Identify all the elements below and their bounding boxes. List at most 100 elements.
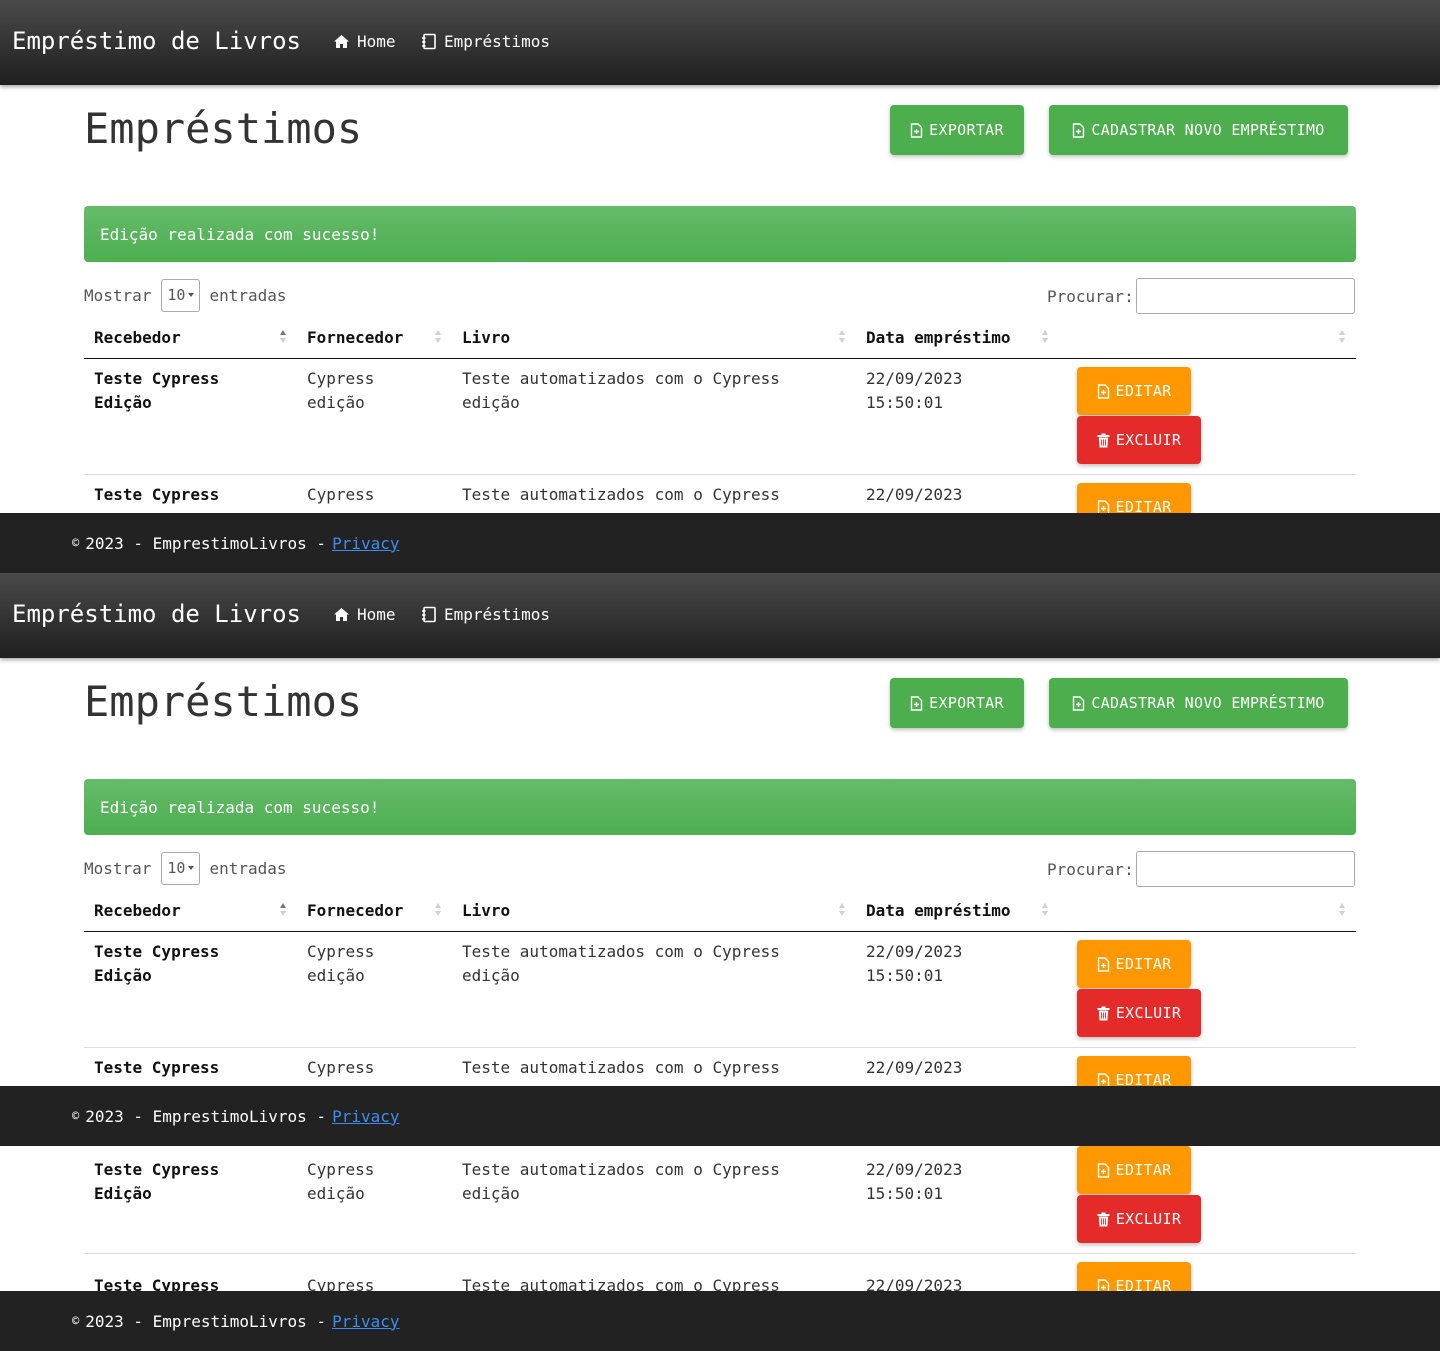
- cell-recebedor: Teste Cypress Edição: [94, 1160, 220, 1203]
- sort-icon[interactable]: [279, 329, 287, 345]
- navbar: Empréstimo de Livros Home Empréstimos: [0, 0, 1440, 85]
- privacy-link[interactable]: Privacy: [332, 1107, 399, 1126]
- column-header-recebedor[interactable]: Recebedor: [94, 901, 181, 920]
- screenshot-frame-2: Empréstimo de Livros Home Empréstimos Em…: [0, 573, 1440, 1146]
- navbar: Empréstimo de Livros Home Empréstimos: [0, 573, 1440, 658]
- edit-button[interactable]: EDITAR: [1077, 1146, 1191, 1194]
- nav-link-label: Home: [357, 605, 396, 624]
- file-plus-icon: [910, 695, 923, 711]
- export-button[interactable]: EXPORTAR: [890, 678, 1024, 728]
- footer-text: 2023 - EmprestimoLivros -: [85, 1106, 327, 1126]
- cell-data: 22/09/2023: [866, 1058, 963, 1077]
- trash-icon: [1097, 1006, 1110, 1020]
- page-length-value: 10: [167, 859, 186, 877]
- show-label: Mostrar: [84, 858, 152, 878]
- copyright-symbol: ©: [72, 1109, 80, 1123]
- edit-button[interactable]: EDITAR: [1077, 367, 1191, 415]
- home-icon: [334, 35, 349, 48]
- delete-button[interactable]: EXCLUIR: [1077, 1195, 1201, 1243]
- delete-button[interactable]: EXCLUIR: [1077, 989, 1201, 1037]
- sort-icon[interactable]: [1338, 329, 1346, 345]
- page-length-select[interactable]: 10: [161, 278, 201, 312]
- file-plus-icon: [1073, 695, 1085, 711]
- sort-icon[interactable]: [434, 329, 442, 345]
- nav-link-label: Home: [357, 32, 396, 51]
- screenshot-frame-1: Empréstimo de Livros Home Empréstimos Em…: [0, 0, 1440, 573]
- edit-label: EDITAR: [1115, 382, 1172, 400]
- cell-recebedor: Teste Cypress: [94, 1058, 220, 1077]
- brand[interactable]: Empréstimo de Livros: [12, 600, 301, 628]
- new-loan-label: CADASTRAR NOVO EMPRÉSTIMO: [1091, 121, 1325, 139]
- success-alert: Edição realizada com sucesso!: [84, 779, 1356, 835]
- search-control: Procurar:: [1047, 278, 1355, 314]
- column-header-data[interactable]: Data empréstimo: [866, 328, 1011, 347]
- nav-link-home[interactable]: Home: [333, 32, 396, 51]
- delete-label: EXCLUIR: [1115, 1004, 1182, 1022]
- home-icon: [334, 608, 349, 621]
- column-header-fornecedor[interactable]: Fornecedor: [307, 901, 403, 920]
- sort-icon[interactable]: [838, 902, 846, 918]
- page-length-select[interactable]: 10: [161, 851, 201, 885]
- row-divider: [84, 1047, 1356, 1048]
- search-label: Procurar:: [1047, 859, 1134, 879]
- trash-icon: [1097, 1212, 1110, 1226]
- cell-recebedor: Teste Cypress Edição: [94, 369, 220, 412]
- page-length-control: Mostrar 10 entradas: [84, 278, 287, 312]
- page-title: Empréstimos: [84, 104, 363, 153]
- nav-link-emprestimos[interactable]: Empréstimos: [421, 605, 550, 624]
- nav-link-emprestimos[interactable]: Empréstimos: [421, 32, 550, 51]
- file-edit-icon: [1097, 956, 1109, 972]
- column-header-livro[interactable]: Livro: [462, 901, 510, 920]
- privacy-link[interactable]: Privacy: [332, 1312, 399, 1331]
- chevron-down-icon: [188, 866, 195, 870]
- row-divider: [84, 474, 1356, 475]
- new-loan-button[interactable]: CADASTRAR NOVO EMPRÉSTIMO: [1049, 678, 1348, 728]
- footer-text: 2023 - EmprestimoLivros -: [85, 533, 327, 553]
- new-loan-button[interactable]: CADASTRAR NOVO EMPRÉSTIMO: [1049, 105, 1348, 155]
- column-header-data[interactable]: Data empréstimo: [866, 901, 1011, 920]
- trash-icon: [1097, 433, 1110, 447]
- column-header-fornecedor[interactable]: Fornecedor: [307, 328, 403, 347]
- sort-icon[interactable]: [1041, 902, 1049, 918]
- cell-data: 22/09/2023: [866, 485, 963, 504]
- cell-data: 22/09/2023 15:50:01: [866, 1160, 963, 1203]
- search-input[interactable]: [1135, 851, 1355, 887]
- footer: © 2023 - EmprestimoLivros - Privacy: [0, 513, 1440, 573]
- nav-link-label: Empréstimos: [444, 605, 550, 624]
- sort-icon[interactable]: [279, 902, 287, 918]
- sort-icon[interactable]: [434, 902, 442, 918]
- cell-livro: Teste automatizados com o Cypress: [462, 485, 780, 504]
- page-title: Empréstimos: [84, 677, 363, 726]
- sort-icon[interactable]: [1338, 902, 1346, 918]
- edit-button[interactable]: EDITAR: [1077, 940, 1191, 988]
- brand[interactable]: Empréstimo de Livros: [12, 27, 301, 55]
- edit-label: EDITAR: [1115, 955, 1172, 973]
- sort-icon[interactable]: [838, 329, 846, 345]
- search-input[interactable]: [1135, 278, 1355, 314]
- entries-label: entradas: [209, 858, 287, 878]
- delete-button[interactable]: EXCLUIR: [1077, 416, 1201, 464]
- header-divider: [84, 358, 1356, 359]
- footer: © 2023 - EmprestimoLivros - Privacy: [0, 1291, 1440, 1351]
- page-length-value: 10: [167, 286, 186, 304]
- copyright-symbol: ©: [72, 536, 80, 550]
- delete-label: EXCLUIR: [1115, 431, 1182, 449]
- cell-fornecedor: Cypress edição: [307, 942, 375, 985]
- column-header-recebedor[interactable]: Recebedor: [94, 328, 181, 347]
- notebook-icon: [422, 606, 436, 623]
- nav-link-label: Empréstimos: [444, 32, 550, 51]
- privacy-link[interactable]: Privacy: [332, 534, 399, 553]
- cell-data: 22/09/2023 15:50:01: [866, 942, 963, 985]
- cell-livro: Teste automatizados com o Cypress edição: [462, 1160, 780, 1203]
- column-header-livro[interactable]: Livro: [462, 328, 510, 347]
- file-plus-icon: [1073, 122, 1085, 138]
- file-plus-icon: [910, 122, 923, 138]
- cell-fornecedor: Cypress edição: [307, 369, 375, 412]
- nav-link-home[interactable]: Home: [333, 605, 396, 624]
- file-edit-icon: [1097, 383, 1109, 399]
- cell-livro: Teste automatizados com o Cypress edição: [462, 942, 780, 985]
- chevron-down-icon: [188, 293, 195, 297]
- export-button[interactable]: EXPORTAR: [890, 105, 1024, 155]
- search-label: Procurar:: [1047, 286, 1134, 306]
- sort-icon[interactable]: [1041, 329, 1049, 345]
